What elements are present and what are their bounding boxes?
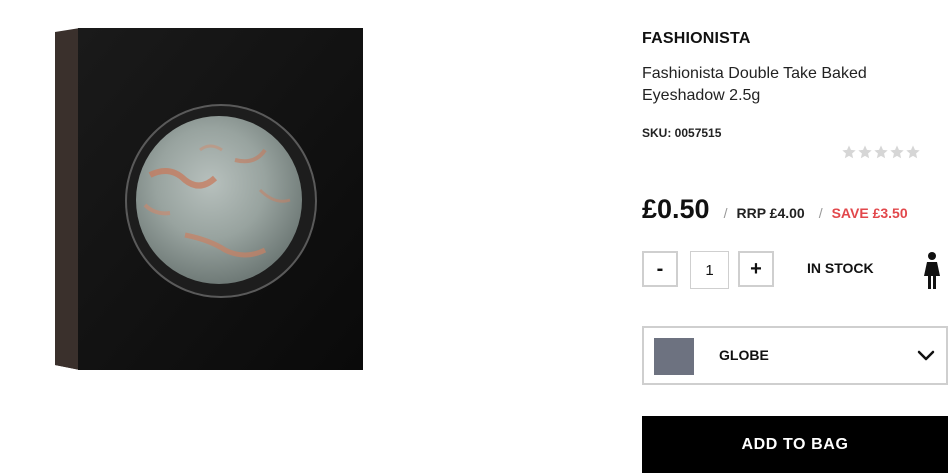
price-separator: / xyxy=(723,205,728,221)
quantity-increase-button[interactable]: + xyxy=(738,251,774,287)
product-image-area xyxy=(0,0,460,473)
shade-label: GLOBE xyxy=(719,347,769,363)
shade-select[interactable]: GLOBE xyxy=(642,326,948,385)
price-separator: / xyxy=(818,205,823,221)
quantity-decrease-button[interactable]: - xyxy=(642,251,678,287)
product-title: Fashionista Double Take Baked Eyeshadow … xyxy=(642,65,867,104)
product-image xyxy=(55,28,363,370)
star-icon xyxy=(906,145,920,159)
rating-stars[interactable] xyxy=(841,143,921,161)
add-to-bag-button[interactable]: ADD TO BAG xyxy=(642,416,948,473)
shade-swatch xyxy=(654,338,694,375)
price-row: £0.50 / RRP £4.00 / SAVE £3.50 xyxy=(642,194,908,225)
star-icon xyxy=(858,145,872,159)
chevron-down-icon xyxy=(917,350,935,361)
quantity-input[interactable] xyxy=(690,251,729,289)
product-sku: SKU: 0057515 xyxy=(642,126,722,140)
person-icon[interactable] xyxy=(922,251,942,291)
stock-status: IN STOCK xyxy=(807,260,874,276)
rrp-price: RRP £4.00 xyxy=(736,205,805,221)
star-icon xyxy=(874,145,888,159)
star-icon xyxy=(890,145,904,159)
price: £0.50 xyxy=(642,194,710,224)
save-amount: SAVE £3.50 xyxy=(831,205,908,221)
star-icon xyxy=(842,145,856,159)
product-brand[interactable]: FASHIONISTA xyxy=(642,30,751,48)
